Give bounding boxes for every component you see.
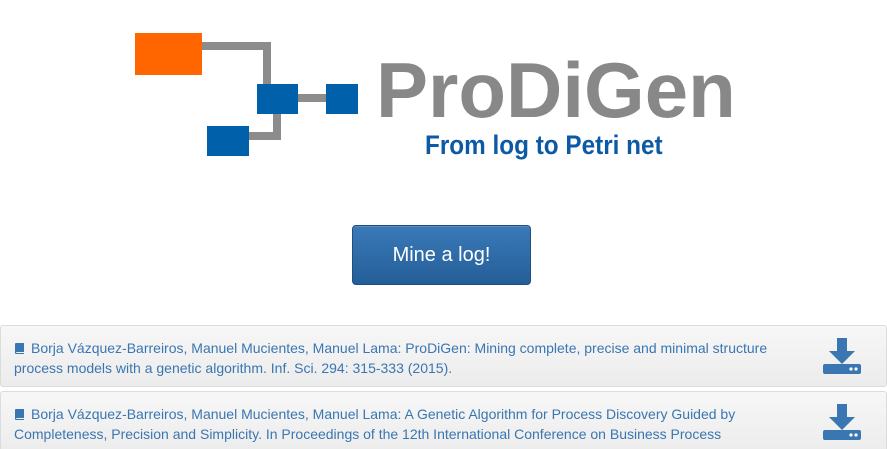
publication-item: Borja Vázquez-Barreiros, Manuel Muciente…	[0, 391, 887, 449]
book-icon	[15, 409, 24, 420]
mine-log-button[interactable]: Mine a log!	[352, 225, 531, 285]
logo-blue-block-right	[326, 84, 358, 114]
publication-text: Borja Vázquez-Barreiros, Manuel Muciente…	[14, 406, 736, 442]
publication-text: Borja Vázquez-Barreiros, Manuel Muciente…	[14, 340, 768, 376]
publication-citation[interactable]: Borja Vázquez-Barreiros, Manuel Muciente…	[14, 338, 794, 378]
prodigen-logo-graphic	[135, 33, 358, 156]
publication-citation[interactable]: Borja Vázquez-Barreiros, Manuel Muciente…	[14, 404, 794, 444]
logo-blue-block-bottom	[207, 126, 249, 156]
publication-item: Borja Vázquez-Barreiros, Manuel Muciente…	[0, 325, 887, 387]
download-icon[interactable]	[821, 402, 863, 442]
book-icon	[15, 343, 24, 354]
logo-orange-block	[135, 33, 202, 75]
download-icon[interactable]	[821, 336, 863, 376]
logo-title: ProDiGen	[376, 46, 736, 134]
logo-blue-block-center	[257, 84, 298, 114]
logo-subtitle: From log to Petri net	[425, 130, 663, 160]
publication-list: Borja Vázquez-Barreiros, Manuel Muciente…	[0, 325, 887, 449]
